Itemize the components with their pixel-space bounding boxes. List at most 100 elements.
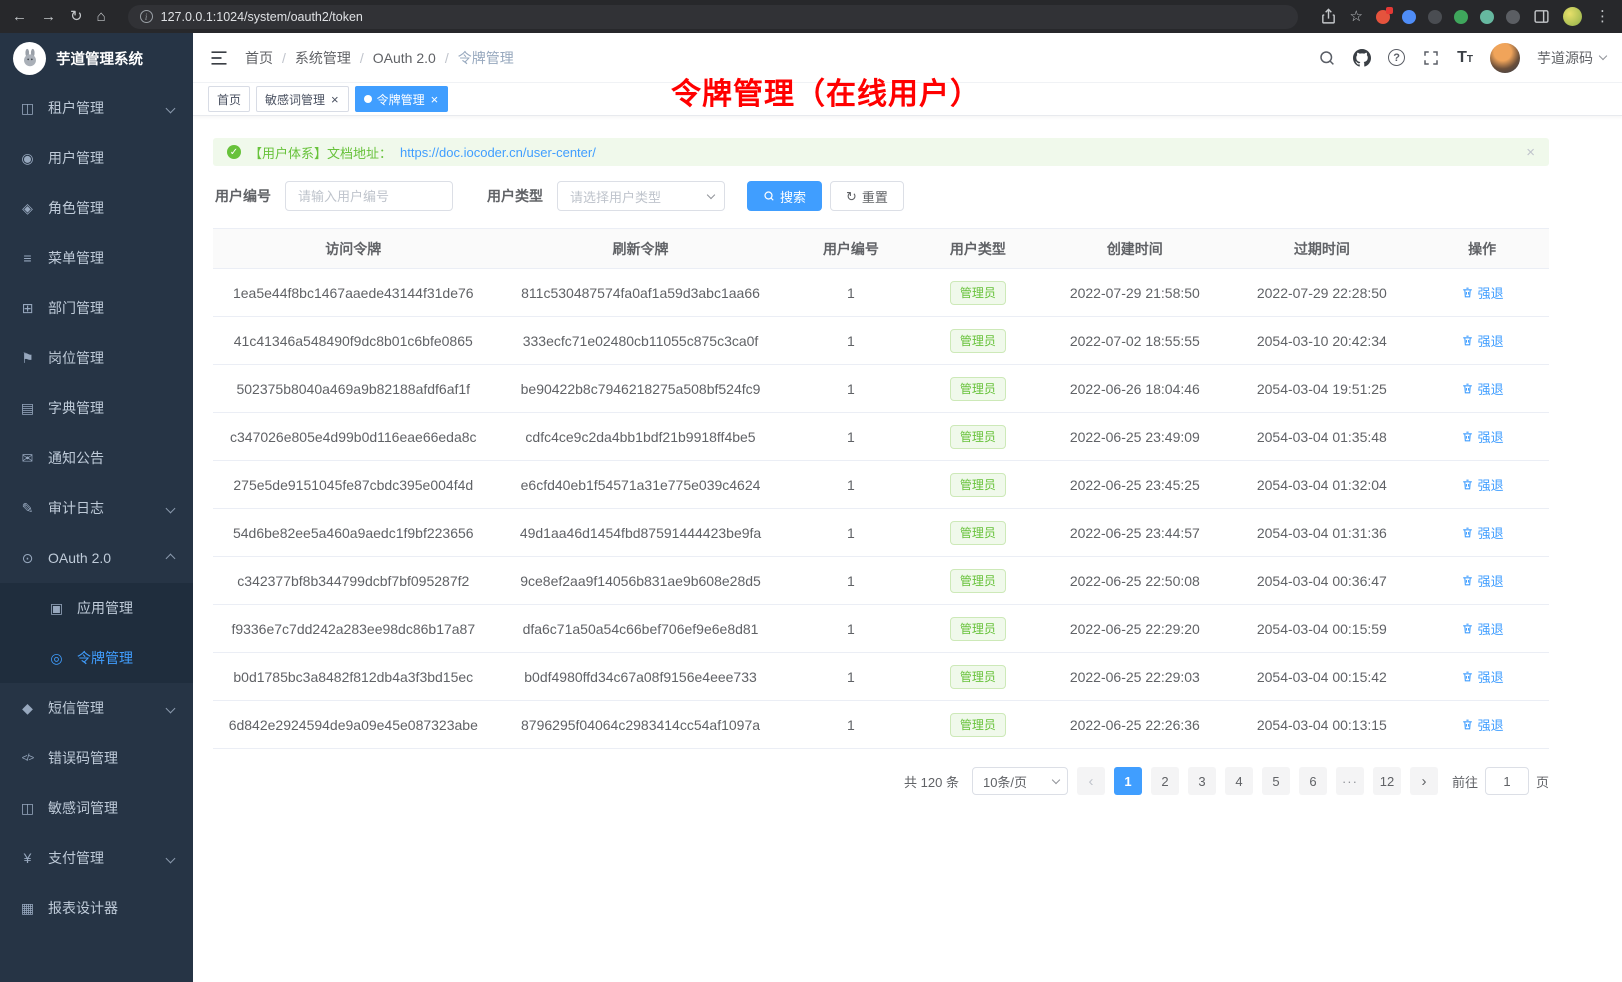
page-button[interactable]: 1 (1114, 767, 1142, 795)
address-bar[interactable]: i 127.0.0.1:1024/system/oauth2/token (128, 5, 1298, 29)
extension-green[interactable] (1454, 10, 1468, 24)
page-button[interactable]: 5 (1262, 767, 1290, 795)
created-time-cell: 2022-06-25 23:45:25 (1041, 461, 1228, 509)
collapse-menu-icon[interactable] (209, 48, 229, 68)
force-logout-button[interactable]: 强退 (1461, 667, 1504, 686)
page-button[interactable]: 3 (1188, 767, 1216, 795)
access-token-cell: 54d6be82ee5a460a9aedc1f9bf223656 (213, 509, 494, 557)
goto-page-input[interactable] (1485, 767, 1529, 795)
reset-button[interactable]: ↻ 重置 (830, 181, 904, 211)
force-logout-button[interactable]: 强退 (1461, 715, 1504, 734)
search-icon[interactable] (1318, 49, 1336, 67)
bookmark-star-icon[interactable]: ☆ (1350, 9, 1363, 24)
extension-gray[interactable] (1506, 10, 1520, 24)
page-size-select[interactable]: 10条/页 (972, 767, 1068, 795)
app-icon: ▣ (48, 600, 65, 617)
action-cell: 强退 (1415, 605, 1549, 653)
tab-close-icon[interactable]: × (330, 93, 340, 106)
user-type-cell: 管理员 (914, 413, 1041, 461)
sidebar-item-notice[interactable]: ✉ 通知公告 (0, 433, 193, 483)
extension-teal[interactable] (1480, 10, 1494, 24)
browser-profile-avatar[interactable] (1563, 7, 1582, 26)
force-logout-button[interactable]: 强退 (1461, 427, 1504, 446)
user-type-badge: 管理员 (950, 281, 1006, 305)
extension-blue[interactable] (1402, 10, 1416, 24)
user-type-cell: 管理员 (914, 317, 1041, 365)
more-pages-button[interactable]: ··· (1336, 767, 1364, 795)
code-icon: </> (19, 753, 36, 764)
tab-home[interactable]: 首页 (208, 86, 250, 112)
user-id-input[interactable] (285, 181, 453, 211)
site-info-icon[interactable]: i (140, 10, 153, 23)
force-logout-button[interactable]: 强退 (1461, 619, 1504, 638)
sidebar-item-user[interactable]: ◉用户管理 (0, 133, 193, 183)
sidebar-item-label: 用户管理 (48, 148, 104, 168)
sidebar-item-oauth2-client[interactable]: ▣应用管理 (0, 583, 193, 633)
font-size-icon[interactable]: TT (1457, 50, 1473, 66)
notice-icon: ✉ (19, 450, 36, 467)
doc-link[interactable]: https://doc.iocoder.cn/user-center/ (400, 145, 596, 160)
sidebar-item-oauth2[interactable]: ⊙OAuth 2.0 (0, 533, 193, 583)
app-logo[interactable]: 芋道管理系统 (0, 33, 193, 83)
sidebar-item-oauth2-token[interactable]: ◎令牌管理 (0, 633, 193, 683)
app-window: 芋道管理系统 ◫租户管理◉用户管理◈角色管理≡菜单管理⊞部门管理⚑岗位管理▤字典… (0, 33, 1622, 982)
user-menu[interactable]: 芋道源码 (1537, 48, 1606, 68)
user-id-cell: 1 (787, 557, 914, 605)
table-row: 54d6be82ee5a460a9aedc1f9bf22365649d1aa46… (213, 509, 1549, 557)
tab-close-icon[interactable]: × (430, 93, 440, 106)
force-logout-button[interactable]: 强退 (1461, 523, 1504, 542)
browser-menu-icon[interactable]: ⋮ (1595, 9, 1610, 24)
forward-icon[interactable]: → (41, 9, 56, 24)
alert-close-icon[interactable]: × (1526, 144, 1535, 161)
fullscreen-icon[interactable] (1422, 49, 1440, 67)
force-logout-button[interactable]: 强退 (1461, 331, 1504, 350)
home-icon[interactable]: ⌂ (97, 9, 106, 24)
sidebar-item-dict[interactable]: ▤字典管理 (0, 383, 193, 433)
prev-page-button[interactable]: ‹ (1077, 767, 1105, 795)
header-tools: ? TT 芋道源码 (1318, 43, 1606, 73)
sidebar-item-menu[interactable]: ≡菜单管理 (0, 233, 193, 283)
page-button[interactable]: 12 (1373, 767, 1401, 795)
breadcrumb-item[interactable]: 首页 (245, 48, 273, 68)
sidebar-item-sensitive-word[interactable]: ◫敏感词管理 (0, 783, 193, 833)
extension-red[interactable] (1376, 10, 1390, 24)
page-button[interactable]: 2 (1151, 767, 1179, 795)
sidebar-item-pay[interactable]: ¥支付管理 (0, 833, 193, 883)
page-button[interactable]: 6 (1299, 767, 1327, 795)
github-icon[interactable] (1353, 49, 1371, 67)
action-cell: 强退 (1415, 701, 1549, 749)
sidebar-item-label: 通知公告 (48, 448, 104, 468)
sidebar-item-role[interactable]: ◈角色管理 (0, 183, 193, 233)
sidebar-item-error-code[interactable]: </>错误码管理 (0, 733, 193, 783)
sidebar-item-sms[interactable]: ◆短信管理 (0, 683, 193, 733)
reset-button-label: 重置 (862, 187, 888, 206)
page-button[interactable]: 4 (1225, 767, 1253, 795)
next-page-button[interactable]: › (1410, 767, 1438, 795)
tab-sensitive-word[interactable]: 敏感词管理× (256, 86, 349, 112)
sidebar-item-dept[interactable]: ⊞部门管理 (0, 283, 193, 333)
tab-token[interactable]: 令牌管理× (355, 86, 449, 112)
breadcrumb-item[interactable]: OAuth 2.0 (373, 50, 436, 66)
sidebar-item-post[interactable]: ⚑岗位管理 (0, 333, 193, 383)
force-logout-button[interactable]: 强退 (1461, 571, 1504, 590)
user-type-badge: 管理员 (950, 521, 1006, 545)
help-icon[interactable]: ? (1388, 49, 1405, 66)
breadcrumb-item[interactable]: 系统管理 (295, 48, 351, 68)
sidebar-item-report-designer[interactable]: ▦报表设计器 (0, 883, 193, 933)
sidebar-toggle-icon[interactable] (1533, 8, 1550, 25)
force-logout-button[interactable]: 强退 (1461, 475, 1504, 494)
extension-dark[interactable] (1428, 10, 1442, 24)
reload-icon[interactable]: ↻ (70, 9, 83, 24)
user-avatar[interactable] (1490, 43, 1520, 73)
force-logout-button[interactable]: 强退 (1461, 283, 1504, 302)
force-logout-button[interactable]: 强退 (1461, 379, 1504, 398)
sidebar-item-audit-log[interactable]: ✎审计日志 (0, 483, 193, 533)
search-button[interactable]: 搜索 (747, 181, 822, 211)
share-icon[interactable] (1320, 8, 1337, 25)
pay-yen-icon: ¥ (19, 850, 36, 866)
pagination: 共 120 条 10条/页 ‹ 123456···12 › 前往 页 (213, 767, 1549, 795)
sidebar-item-tenant[interactable]: ◫租户管理 (0, 83, 193, 133)
user-type-select[interactable]: 请选择用户类型 (557, 181, 725, 211)
page-buttons: 123456···12 (1114, 767, 1401, 795)
back-icon[interactable]: ← (12, 9, 27, 24)
